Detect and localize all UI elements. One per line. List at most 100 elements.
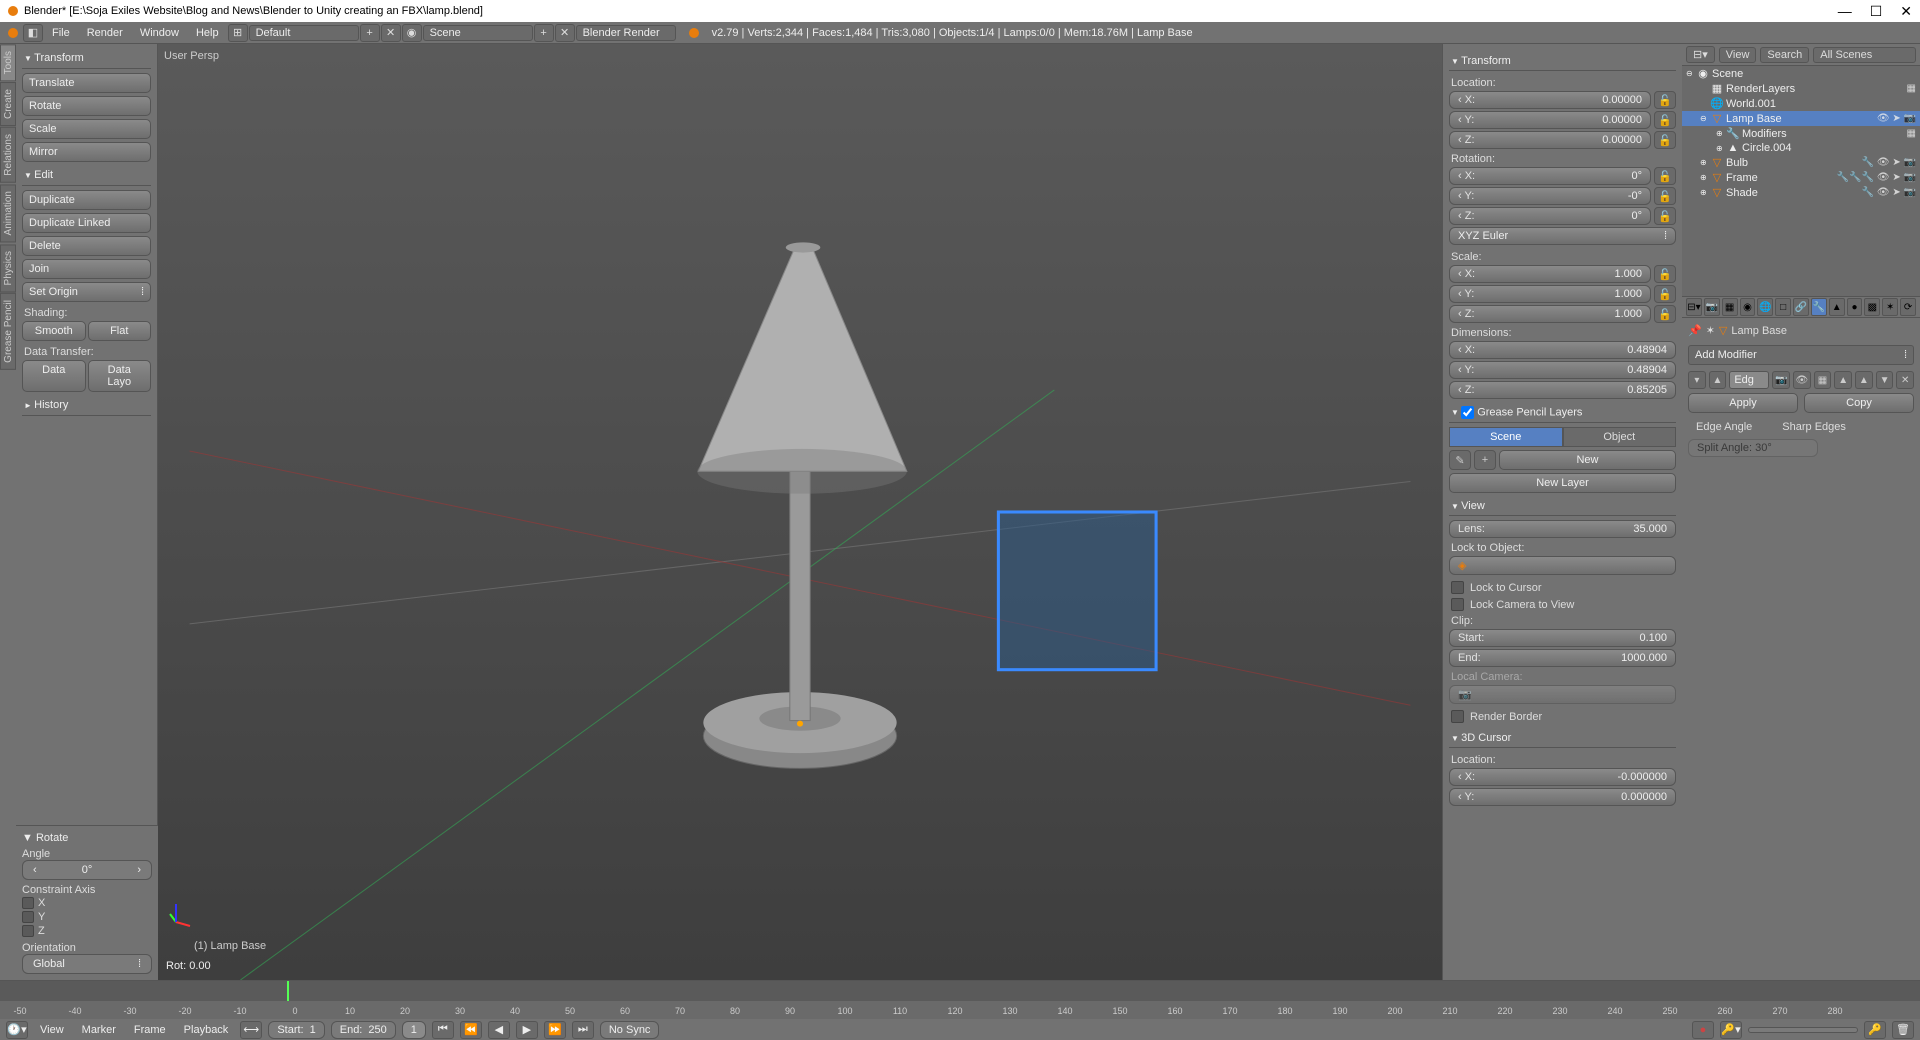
edge-angle-checkbox[interactable]: Edge Angle <box>1688 417 1754 437</box>
props-editor-icon[interactable]: ⊟▾ <box>1686 298 1702 316</box>
outliner-filter-dropdown[interactable]: All Scenes <box>1813 47 1916 63</box>
dim-z-field[interactable]: ‹ Z:0.85205 <box>1449 381 1676 399</box>
rot-y-field[interactable]: ‹ Y:-0° <box>1449 187 1651 205</box>
apply-button[interactable]: Apply <box>1688 393 1798 413</box>
lock-camera-to-view[interactable]: Lock Camera to View <box>1449 596 1676 613</box>
outliner-editor-icon[interactable]: ⊟▾ <box>1686 46 1715 63</box>
sharp-edges-checkbox[interactable]: Sharp Edges <box>1774 417 1848 437</box>
scale-button[interactable]: Scale <box>22 119 151 139</box>
timeline-marker-menu[interactable]: Marker <box>76 1022 122 1038</box>
loc-y-field[interactable]: ‹ Y:0.00000 <box>1449 111 1651 129</box>
jump-next-key-icon[interactable]: ⏩ <box>544 1021 566 1039</box>
gp-object-tab[interactable]: Object <box>1563 427 1677 447</box>
timeline-frame-menu[interactable]: Frame <box>128 1022 172 1038</box>
mod-edit-icon[interactable]: ▦ <box>1814 371 1832 389</box>
scale-z-field[interactable]: ‹ Z:1.000 <box>1449 305 1651 323</box>
clip-start-field[interactable]: Start:0.100 <box>1449 629 1676 647</box>
scale-y-field[interactable]: ‹ Y:1.000 <box>1449 285 1651 303</box>
tab-material-icon[interactable]: ● <box>1847 298 1863 316</box>
tab-particles-icon[interactable]: ✶ <box>1882 298 1898 316</box>
screen-layout-icon[interactable]: ⊞ <box>228 24 248 42</box>
tab-physics[interactable]: Physics <box>0 244 16 292</box>
local-camera-field[interactable]: 📷 <box>1449 685 1676 704</box>
timeline-editor-icon[interactable]: 🕐▾ <box>6 1021 28 1039</box>
delete-button[interactable]: Delete <box>22 236 151 256</box>
data-button[interactable]: Data <box>22 360 86 392</box>
layout-remove-icon[interactable]: ✕ <box>381 24 401 42</box>
lock-icon[interactable]: 🔓 <box>1654 111 1676 129</box>
gp-new-button[interactable]: New <box>1499 450 1676 470</box>
engine-dropdown[interactable]: Blender Render <box>576 25 676 41</box>
timeline-view-menu[interactable]: View <box>34 1022 70 1038</box>
lock-icon[interactable]: 🔓 <box>1654 305 1676 323</box>
lock-icon[interactable]: 🔓 <box>1654 91 1676 109</box>
lock-icon[interactable]: 🔓 <box>1654 187 1676 205</box>
constraint-z[interactable]: Z <box>22 924 152 938</box>
menu-file[interactable]: File <box>44 25 78 41</box>
current-frame-field[interactable]: 1 <box>402 1021 426 1039</box>
timeline-track[interactable] <box>0 981 1920 1001</box>
outliner-view-menu[interactable]: View <box>1719 47 1757 63</box>
keying-set-field[interactable] <box>1748 1027 1858 1033</box>
lock-to-cursor[interactable]: Lock to Cursor <box>1449 579 1676 596</box>
transform-header[interactable]: Transform <box>22 48 151 69</box>
start-frame-field[interactable]: Start:1 <box>268 1021 324 1039</box>
edit-header[interactable]: Edit <box>22 165 151 186</box>
lock-to-object-field[interactable]: ◈ <box>1449 556 1676 575</box>
outliner-circle-row[interactable]: ⊕▲Circle.004 <box>1682 141 1920 155</box>
timeline-playback-menu[interactable]: Playback <box>178 1022 235 1038</box>
gp-scene-tab[interactable]: Scene <box>1449 427 1563 447</box>
set-origin-button[interactable]: Set Origin⁞ <box>22 282 151 302</box>
mod-delete-icon[interactable]: ✕ <box>1896 371 1914 389</box>
key-insert-icon[interactable]: 🔑 <box>1864 1021 1886 1039</box>
play-icon[interactable]: ▶ <box>516 1021 538 1039</box>
constraint-x[interactable]: X <box>22 896 152 910</box>
layout-dropdown[interactable]: Default <box>249 25 359 41</box>
rot-z-field[interactable]: ‹ Z:0° <box>1449 207 1651 225</box>
key-delete-icon[interactable]: 🗑 <box>1892 1021 1914 1039</box>
minimize-icon[interactable]: — <box>1838 3 1852 20</box>
mod-move-up-icon[interactable]: ▲ <box>1855 371 1873 389</box>
range-icon[interactable]: ⟷ <box>240 1021 262 1039</box>
copy-button[interactable]: Copy <box>1804 393 1914 413</box>
3d-viewport[interactable]: User Persp (1) Lamp Base <box>158 44 1442 980</box>
autokey-icon[interactable]: ● <box>1692 1021 1714 1039</box>
jump-start-icon[interactable]: ⏮ <box>432 1021 454 1039</box>
tab-object-icon[interactable]: □ <box>1775 298 1791 316</box>
outliner-frame-row[interactable]: ⊕▽Frame🔧🔧🔧 👁 ➤ 📷 <box>1682 170 1920 185</box>
constraint-y[interactable]: Y <box>22 910 152 924</box>
rotate-button[interactable]: Rotate <box>22 96 151 116</box>
translate-button[interactable]: Translate <box>22 73 151 93</box>
outliner-world-row[interactable]: 🌐World.001 <box>1682 96 1920 111</box>
lock-icon[interactable]: 🔓 <box>1654 167 1676 185</box>
grease-pencil-header[interactable]: Grease Pencil Layers <box>1449 403 1676 423</box>
tab-world-icon[interactable]: 🌐 <box>1757 298 1773 316</box>
dim-x-field[interactable]: ‹ X:0.48904 <box>1449 341 1676 359</box>
outliner-scene-row[interactable]: ⊖◉Scene <box>1682 66 1920 81</box>
outliner-lampbase-row[interactable]: ⊖▽Lamp Base👁 ➤ 📷 <box>1682 111 1920 126</box>
menu-window[interactable]: Window <box>132 25 187 41</box>
loc-z-field[interactable]: ‹ Z:0.00000 <box>1449 131 1651 149</box>
lens-field[interactable]: Lens:35.000 <box>1449 520 1676 538</box>
duplicate-button[interactable]: Duplicate <box>22 190 151 210</box>
smooth-button[interactable]: Smooth <box>22 321 86 341</box>
tab-animation[interactable]: Animation <box>0 184 16 242</box>
mod-move-down-icon[interactable]: ▼ <box>1876 371 1894 389</box>
scene-remove-icon[interactable]: ✕ <box>555 24 575 42</box>
outliner-renderlayers-row[interactable]: ▦RenderLayers▦ <box>1682 81 1920 96</box>
timeline-cursor[interactable] <box>287 981 289 1001</box>
mod-collapse-icon[interactable]: ▾ <box>1688 371 1706 389</box>
mod-display-icon[interactable]: 👁 <box>1793 371 1811 389</box>
outliner-modifiers-row[interactable]: ⊕🔧Modifiers▦ <box>1682 126 1920 141</box>
tab-tools[interactable]: Tools <box>0 44 16 81</box>
keyset-icon[interactable]: 🔑▾ <box>1720 1021 1742 1039</box>
outliner-bulb-row[interactable]: ⊕▽Bulb🔧 👁 ➤ 📷 <box>1682 155 1920 170</box>
editor-type-icon[interactable]: ◧ <box>23 24 43 42</box>
data-layout-button[interactable]: Data Layo <box>88 360 152 392</box>
duplicate-linked-button[interactable]: Duplicate Linked <box>22 213 151 233</box>
outliner-search-menu[interactable]: Search <box>1760 47 1809 63</box>
sync-dropdown[interactable]: No Sync <box>600 1021 660 1039</box>
tab-scene-icon[interactable]: ◉ <box>1740 298 1756 316</box>
tab-physics-icon[interactable]: ⟳ <box>1900 298 1916 316</box>
tab-render-icon[interactable]: 📷 <box>1704 298 1720 316</box>
